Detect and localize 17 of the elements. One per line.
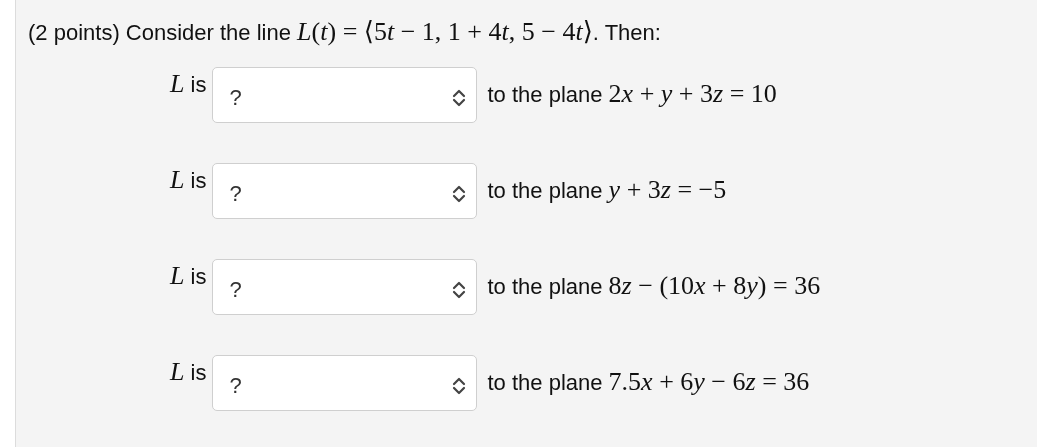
plane-statement: to the plane 7.5x + 6y − 6z = 36 xyxy=(487,367,810,397)
plane-statement: to the plane 2x + y + 3z = 10 xyxy=(487,79,777,109)
chevron-updown-icon xyxy=(452,377,467,395)
answer-select[interactable]: ? xyxy=(212,67,478,123)
answer-label: L is xyxy=(170,357,207,387)
answer-label: L is xyxy=(170,261,207,291)
problem-statement: (2 points) Consider the line L(t) = ⟨5t − 1, 1 + 4t, 5 − 4t⟩. Then: xyxy=(28,16,662,48)
answer-label: L is xyxy=(170,165,207,195)
answer-select[interactable]: ? xyxy=(212,163,478,219)
answer-label: L is xyxy=(170,69,207,99)
plane-statement: to the plane 8z − (10x + 8y) = 36 xyxy=(487,271,821,301)
chevron-updown-icon xyxy=(452,185,467,203)
plane-statement: to the plane y + 3z = −5 xyxy=(487,175,727,205)
answer-select[interactable]: ? xyxy=(212,355,478,411)
chevron-updown-icon xyxy=(452,89,467,107)
chevron-updown-icon xyxy=(452,281,467,299)
answer-select[interactable]: ? xyxy=(212,259,478,315)
